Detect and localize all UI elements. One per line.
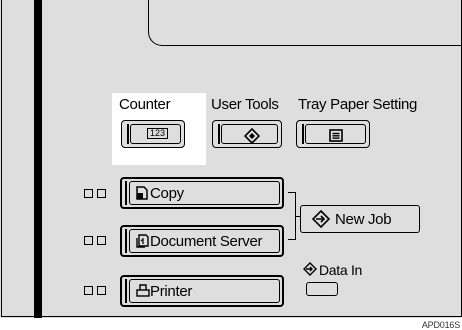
copy-indicator-2 — [97, 189, 106, 198]
copy-icon — [136, 186, 148, 200]
diamond-icon — [244, 128, 260, 144]
copy-key-label: Copy — [150, 185, 184, 202]
new-job-icon — [312, 210, 330, 228]
key-face — [221, 124, 278, 144]
key-ledge — [218, 124, 220, 144]
panel-edge-bar — [34, 0, 42, 318]
list-icon — [329, 129, 343, 142]
counter-key[interactable]: 123 — [121, 120, 185, 148]
display-panel-frame — [148, 0, 462, 46]
copy-key[interactable]: Copy — [120, 177, 284, 209]
document-server-icon — [136, 234, 149, 248]
printer-indicator-1 — [84, 286, 93, 295]
key-ledge — [127, 124, 129, 144]
panel-frame — [1, 0, 462, 317]
printer-indicator-2 — [97, 286, 106, 295]
copy-indicator-1 — [84, 189, 93, 198]
printer-key[interactable]: Printer — [120, 275, 284, 307]
data-in-icon — [303, 262, 317, 276]
key-ledge — [125, 181, 127, 205]
document-server-indicator-2 — [97, 236, 106, 245]
new-job-label: New Job — [335, 211, 392, 228]
key-ledge — [125, 229, 127, 253]
user-tools-key[interactable] — [212, 120, 282, 148]
document-server-key[interactable]: Document Server — [120, 225, 284, 257]
data-in-indicator — [306, 282, 338, 296]
figure-code: APD016S — [421, 320, 460, 330]
key-ledge — [302, 124, 304, 144]
tray-paper-setting-key[interactable] — [296, 120, 370, 148]
data-in-label: Data In — [319, 262, 363, 278]
counter-icon: 123 — [147, 128, 169, 139]
printer-key-label: Printer — [150, 283, 193, 300]
key-ledge — [125, 279, 127, 303]
key-face — [305, 124, 366, 144]
document-server-indicator-1 — [84, 236, 93, 245]
user-tools-label: User Tools — [211, 96, 279, 113]
printer-icon — [136, 284, 150, 297]
new-job-key[interactable]: New Job — [300, 205, 420, 233]
key-face: 123 — [130, 124, 181, 144]
counter-label: Counter — [119, 96, 171, 113]
tray-paper-setting-label: Tray Paper Setting — [298, 96, 418, 113]
document-server-key-label: Document Server — [150, 233, 263, 250]
